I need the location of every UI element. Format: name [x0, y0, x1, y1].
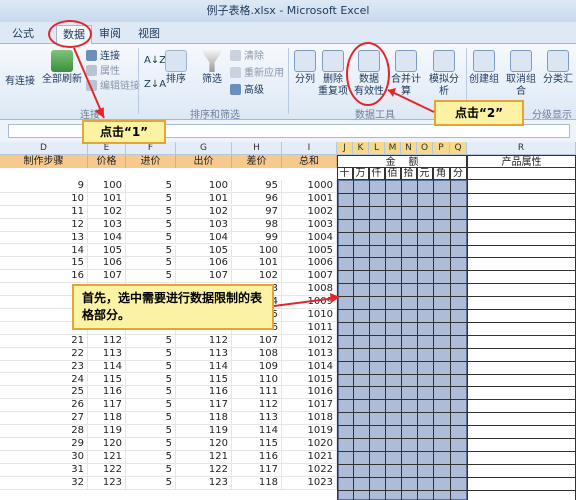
arrow-to-validation	[387, 89, 435, 113]
arrowhead-icon	[94, 107, 104, 118]
excel-window: 例子表格.xlsx - Microsoft Excel 公式 数据 审阅 视图 …	[0, 0, 576, 500]
arrow-to-data-tab	[73, 47, 105, 119]
arrow-to-selection	[273, 297, 337, 307]
annotation-arrows	[73, 47, 435, 307]
arrowhead-icon	[330, 293, 340, 303]
